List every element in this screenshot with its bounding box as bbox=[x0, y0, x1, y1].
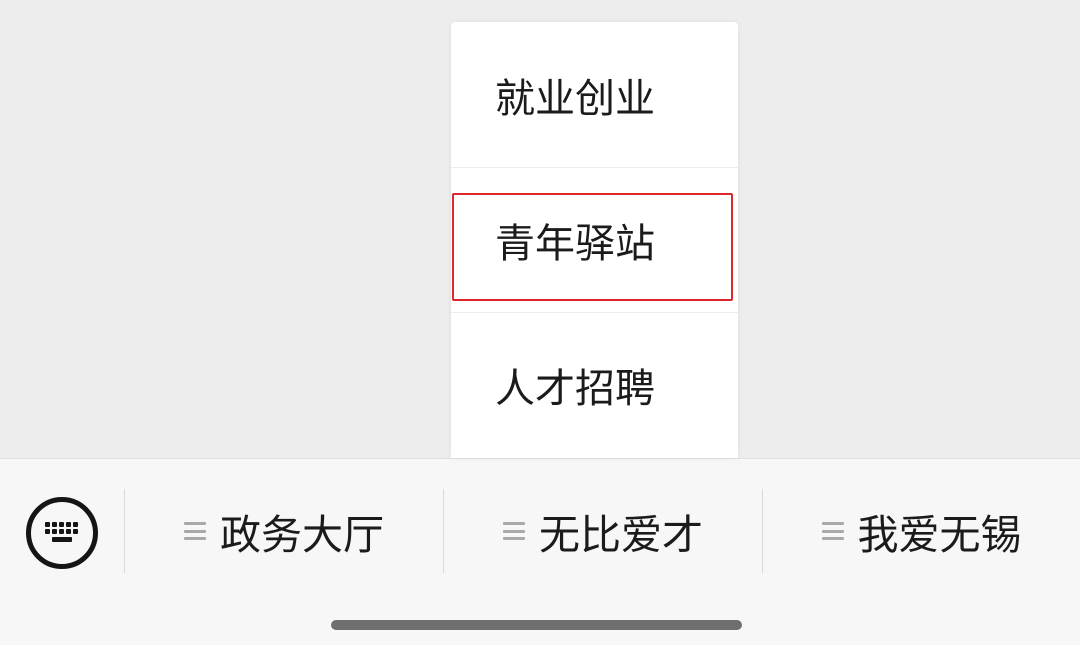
menu-tab-label: 我爱无锡 bbox=[857, 511, 1022, 559]
menu-lines-icon bbox=[821, 522, 844, 540]
submenu-item-talent-recruitment[interactable]: 人才招聘 bbox=[451, 312, 738, 457]
submenu-item-label: 青年驿站 bbox=[495, 221, 655, 267]
submenu-item-label: 就业创业 bbox=[495, 75, 655, 122]
menu-tab-love-wuxi[interactable]: 我爱无锡 bbox=[763, 489, 1080, 573]
bottom-menu-bar: 政务大厅 无比爱才 我爱无锡 bbox=[0, 458, 1080, 645]
menu-tab-talent[interactable]: 无比爱才 bbox=[444, 489, 762, 573]
menu-lines-icon bbox=[184, 522, 206, 540]
menu-lines-icon bbox=[503, 522, 525, 540]
submenu-item-employment[interactable]: 就业创业 bbox=[451, 22, 738, 167]
menu-tab-label: 无比爱才 bbox=[539, 511, 703, 559]
keyboard-icon bbox=[45, 522, 78, 542]
submenu-item-youth-station[interactable]: 青年驿站 bbox=[451, 167, 738, 312]
submenu-item-label: 人才招聘 bbox=[495, 366, 655, 412]
home-indicator[interactable] bbox=[331, 620, 742, 630]
keyboard-toggle-button[interactable] bbox=[26, 497, 98, 569]
submenu-popup: 就业创业 青年驿站 人才招聘 bbox=[451, 22, 738, 458]
menu-tab-label: 政务大厅 bbox=[220, 511, 384, 559]
menu-tab-government-hall[interactable]: 政务大厅 bbox=[125, 489, 443, 573]
